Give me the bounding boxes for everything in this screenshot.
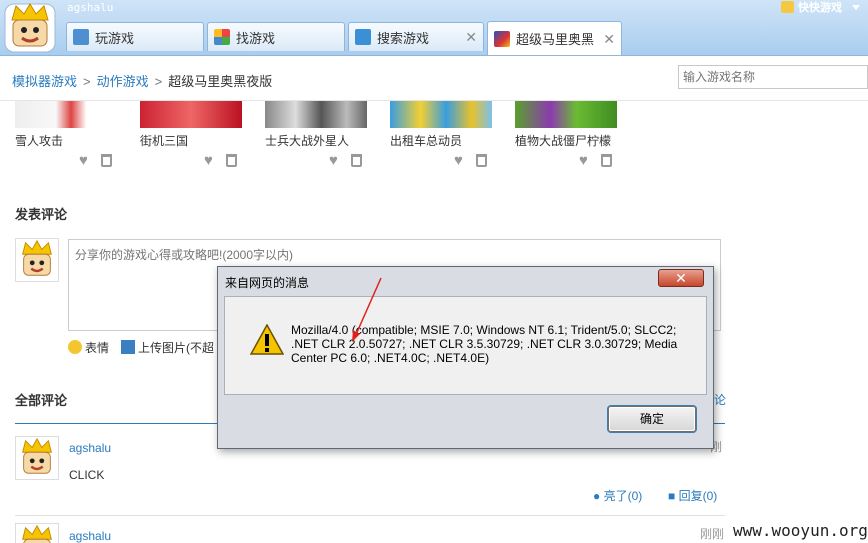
- account-label: 快快游戏: [798, 2, 842, 14]
- game-thumbnail[interactable]: [515, 101, 617, 128]
- game-thumbnail[interactable]: [140, 101, 242, 128]
- comment-time: 刚刚: [700, 527, 725, 541]
- tab-current-game[interactable]: 超级马里奥黑 ✕: [487, 21, 622, 55]
- trash-icon[interactable]: [476, 154, 487, 167]
- dialog-body: Mozilla/4.0 (compatible; MSIE 7.0; Windo…: [224, 296, 707, 395]
- breadcrumb-separator: >: [154, 74, 163, 89]
- avatar: [15, 238, 59, 282]
- heart-icon[interactable]: ♥: [204, 153, 218, 168]
- watermark: www.wooyun.org: [733, 521, 868, 540]
- tab-label: 搜索游戏: [377, 30, 430, 46]
- trash-icon[interactable]: [601, 154, 612, 167]
- warning-icon: [250, 324, 284, 355]
- heart-icon[interactable]: ♥: [79, 153, 93, 168]
- image-icon: [121, 340, 136, 354]
- tab-label: 玩游戏: [95, 30, 135, 46]
- game-card[interactable]: 出租车总动员 ♥: [390, 101, 500, 168]
- post-comment-title: 发表评论: [15, 207, 68, 222]
- smiley-icon: [68, 340, 82, 354]
- comment-text: CLICK: [69, 468, 105, 482]
- close-icon[interactable]: ✕: [603, 31, 615, 48]
- avatar-icon: [22, 524, 52, 543]
- trash-icon[interactable]: [226, 154, 237, 167]
- breadcrumb-current: 超级马里奥黑夜版: [168, 74, 273, 89]
- username[interactable]: agshalu: [67, 1, 113, 14]
- emoji-label: 表情: [85, 341, 110, 355]
- game-thumbnail[interactable]: [15, 101, 117, 128]
- avatar-icon: [22, 239, 52, 276]
- alert-dialog: 来自网页的消息 ✕ Mozilla/4.0 (compatible; MSIE …: [217, 266, 714, 449]
- avatar: [15, 436, 59, 480]
- game-card[interactable]: 雪人攻击 ♥: [15, 101, 125, 168]
- tab-label: 找游戏: [236, 30, 276, 46]
- all-comments-title: 全部评论: [15, 393, 68, 408]
- top-bar: agshalu 快快游戏 玩游戏 找游戏 搜索游戏 ✕ 超级马里奥黑 ✕: [0, 0, 868, 56]
- message-line: Center PC 6.0; .NET4.0C; .NET4.0E): [291, 351, 490, 365]
- search-input[interactable]: [678, 65, 868, 89]
- upload-label: 上传图片(不超: [138, 341, 215, 355]
- like-label: 亮了(0): [603, 489, 643, 503]
- gamepad-icon: [73, 29, 89, 45]
- ok-button[interactable]: 确定: [608, 406, 696, 432]
- close-icon[interactable]: ✕: [465, 29, 477, 46]
- game-thumbnail[interactable]: [265, 101, 367, 128]
- emoji-button[interactable]: 表情: [68, 339, 109, 356]
- tab-find-games[interactable]: 找游戏: [207, 22, 345, 51]
- avatar: [15, 523, 59, 543]
- game-card[interactable]: 植物大战僵尸柠檬 ♥: [515, 101, 625, 168]
- account-menu[interactable]: 快快游戏: [781, 0, 860, 14]
- game-name[interactable]: 植物大战僵尸柠檬: [515, 132, 625, 149]
- breadcrumb-link[interactable]: 动作游戏: [97, 74, 149, 89]
- comment-toolbar: 表情 上传图片(不超: [68, 339, 214, 356]
- game-thumb-icon: [494, 30, 510, 47]
- breadcrumb: 模拟器游戏 > 动作游戏 > 超级马里奥黑夜版: [12, 71, 272, 90]
- logo-icon[interactable]: [2, 0, 58, 54]
- game-name[interactable]: 雪人攻击: [15, 132, 125, 149]
- game-name[interactable]: 街机三国: [140, 132, 250, 149]
- tab-search-games[interactable]: 搜索游戏 ✕: [348, 22, 484, 51]
- bulb-icon: ●: [593, 489, 601, 503]
- user-avatar-icon: [781, 1, 794, 13]
- dialog-title: 来自网页的消息: [225, 276, 310, 290]
- avatar-icon: [22, 437, 52, 474]
- comments-link-fragment[interactable]: 论: [714, 391, 726, 408]
- game-thumbnail[interactable]: [390, 101, 492, 128]
- reply-label: 回复(0): [678, 489, 718, 503]
- breadcrumb-separator: >: [83, 74, 91, 89]
- like-button[interactable]: ● 亮了(0): [593, 487, 642, 504]
- trash-icon[interactable]: [101, 154, 112, 167]
- tab-play-games[interactable]: 玩游戏: [66, 22, 204, 51]
- heart-icon[interactable]: ♥: [454, 153, 468, 168]
- comment-username[interactable]: agshalu: [69, 441, 111, 455]
- game-card[interactable]: 士兵大战外星人 ♥: [265, 101, 375, 168]
- game-card[interactable]: 街机三国 ♥: [140, 101, 250, 168]
- game-name[interactable]: 士兵大战外星人: [265, 132, 375, 149]
- reply-icon: ■: [668, 489, 676, 503]
- dialog-close-button[interactable]: ✕: [658, 269, 704, 287]
- grid-icon: [214, 29, 230, 45]
- tab-label: 超级马里奥黑: [516, 32, 595, 47]
- breadcrumb-link[interactable]: 模拟器游戏: [12, 74, 77, 89]
- upload-image-button[interactable]: 上传图片(不超: [121, 339, 214, 356]
- annotation-arrow-icon: [352, 277, 382, 342]
- breadcrumb-bar: 模拟器游戏 > 动作游戏 > 超级马里奥黑夜版: [0, 57, 868, 101]
- comment-divider: [15, 515, 725, 516]
- reply-button[interactable]: ■ 回复(0): [668, 487, 717, 504]
- game-name[interactable]: 出租车总动员: [390, 132, 500, 149]
- search-icon: [355, 29, 371, 45]
- chevron-down-icon: [852, 4, 860, 10]
- heart-icon[interactable]: ♥: [579, 153, 593, 168]
- trash-icon[interactable]: [351, 154, 362, 167]
- heart-icon[interactable]: ♥: [329, 153, 343, 168]
- comment-username[interactable]: agshalu: [69, 529, 111, 543]
